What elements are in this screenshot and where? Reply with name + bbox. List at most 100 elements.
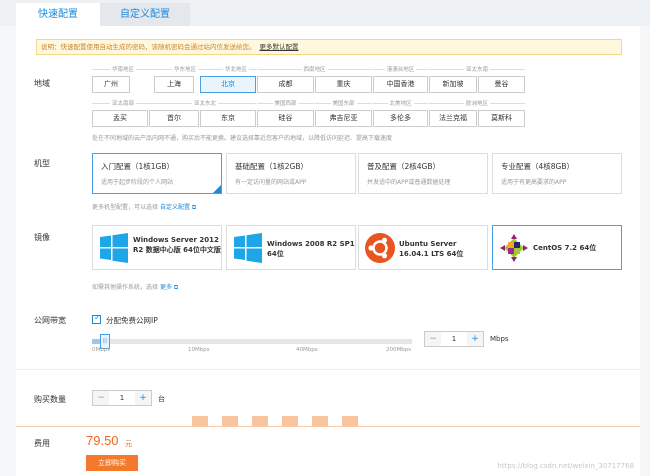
image-option-name: CentOS 7.2 64位 xyxy=(533,244,597,252)
image-option-win2012[interactable]: Windows Server 2012 R2 数据中心版 64位中文版 xyxy=(92,225,222,270)
hidden-content-edge xyxy=(282,416,298,426)
region-group-label: 北美地区 xyxy=(373,99,428,109)
region-option[interactable]: 上海 xyxy=(154,76,194,93)
quantity-value-input[interactable]: 1 xyxy=(109,391,135,405)
windows-icon xyxy=(234,233,262,263)
region-group-label: 亚太东南 xyxy=(429,65,525,75)
model-card-desc: 并发适中的APP或普通数据处理 xyxy=(367,179,451,186)
price-value: 79.50 xyxy=(86,433,119,448)
image-option-ubuntu[interactable]: Ubuntu Server 16.04.1 LTS 64位 xyxy=(358,225,488,270)
tab-quick-config[interactable]: 快速配置 xyxy=(16,3,100,26)
image-option-win2008[interactable]: Windows 2008 R2 SP1 64位 xyxy=(226,225,356,270)
notice-text: 说明：快速配置使用自动生成的密码，该随机密码会通过站内信发送给您。 xyxy=(41,43,256,51)
buy-now-button[interactable]: 立即购买 xyxy=(86,455,138,471)
region-group-label: 美国东部 xyxy=(315,99,372,109)
quantity-stepper: − 1 + xyxy=(92,390,152,406)
hidden-content-edge xyxy=(342,416,358,426)
bandwidth-decrease-button[interactable]: − xyxy=(425,332,441,346)
region-group-label: 港澳台地区 xyxy=(373,65,428,75)
image-option-name: Windows Server 2012 R2 数据中心版 64位中文版 xyxy=(133,236,221,254)
config-tabs: 快速配置 自定义配置 xyxy=(0,0,650,26)
bandwidth-unit: Mbps xyxy=(490,335,509,343)
model-card-basic[interactable]: 基础配置（1核2GB） 有一定访问量的网站或APP xyxy=(226,153,356,194)
hidden-content-edge xyxy=(312,416,328,426)
region-group-label: 亚太南部 xyxy=(92,99,154,109)
bandwidth-stepper: − 1 + xyxy=(424,331,484,347)
region-group-label: 欧洲地区 xyxy=(429,99,525,109)
more-images-link[interactable]: 更多 xyxy=(160,284,172,291)
region-option[interactable]: 莫斯科 xyxy=(478,110,525,127)
quantity-increase-button[interactable]: + xyxy=(135,391,151,405)
model-card-title: 基础配置（1核2GB） xyxy=(235,162,309,171)
region-option[interactable]: 法兰克福 xyxy=(429,110,477,127)
quantity-unit: 台 xyxy=(158,395,165,403)
model-card-desc: 适用于有更高要求的APP xyxy=(501,179,567,186)
centos-icon xyxy=(500,234,528,262)
windows-icon xyxy=(100,233,128,263)
quantity-decrease-button[interactable]: − xyxy=(93,391,109,405)
more-default-config-link[interactable]: 更多默认配置 xyxy=(260,43,299,51)
region-option-selected[interactable]: 北京 xyxy=(200,76,256,93)
region-group-label: 华东地区 xyxy=(154,65,216,75)
section-divider xyxy=(16,369,640,370)
model-card-title: 入门配置（1核1GB） xyxy=(101,162,175,171)
model-card-title: 专业配置（4核8GB） xyxy=(501,162,575,171)
model-card-pro[interactable]: 专业配置（4核8GB） 适用于有更高要求的APP xyxy=(492,153,622,194)
region-option[interactable]: 弗吉尼亚 xyxy=(315,110,372,127)
bandwidth-slider-track[interactable] xyxy=(92,339,412,344)
region-option[interactable]: 东京 xyxy=(200,110,256,127)
notice-banner: 说明：快速配置使用自动生成的密码，该随机密码会通过站内信发送给您。 更多默认配置 xyxy=(36,39,622,55)
slider-tick-label: 200Mbps xyxy=(386,347,412,353)
hidden-content-edge xyxy=(192,416,208,426)
region-option[interactable]: 首尔 xyxy=(149,110,199,127)
bandwidth-value-input[interactable]: 1 xyxy=(441,332,467,346)
slider-tick-label: 10Mbps xyxy=(188,347,210,353)
slider-tick-label: 40Mbps xyxy=(296,347,318,353)
region-group-label: 西南地区 xyxy=(257,65,372,75)
region-group-label: 华北地区 xyxy=(216,65,256,75)
model-label: 机型 xyxy=(34,159,50,168)
model-card-title: 普及配置（2核4GB） xyxy=(367,162,441,171)
bandwidth-increase-button[interactable]: + xyxy=(467,332,483,346)
tab-custom-config[interactable]: 自定义配置 xyxy=(100,3,190,26)
region-option[interactable]: 中国香港 xyxy=(373,76,428,93)
region-option[interactable]: 重庆 xyxy=(315,76,372,93)
free-ip-label: 分配免费公网IP xyxy=(106,316,158,325)
region-option[interactable]: 成都 xyxy=(257,76,314,93)
selected-corner-icon xyxy=(213,185,221,193)
price-footer: 费用 79.50 元 立即购买 https://blog.csdn.net/we… xyxy=(16,426,640,476)
bandwidth-label: 公网带宽 xyxy=(34,316,66,325)
config-panel: 说明：快速配置使用自动生成的密码，该随机密码会通过站内信发送给您。 更多默认配置 … xyxy=(16,26,640,426)
model-hint: 更多机型配置，可以选择 自定义配置 ⧉ xyxy=(92,204,197,211)
region-group-label: 美国西部 xyxy=(257,99,314,109)
image-hint: 如需其他操作系统，选择 更多 ⧉ xyxy=(92,284,179,291)
hidden-content-edge xyxy=(222,416,238,426)
region-option[interactable]: 多伦多 xyxy=(373,110,428,127)
slider-tick-label: 0Mbps xyxy=(92,347,111,353)
region-group-label: 华南地区 xyxy=(92,65,154,75)
image-option-name: Windows 2008 R2 SP1 64位 xyxy=(267,240,355,258)
quantity-label: 购买数量 xyxy=(34,395,66,404)
cost-label: 费用 xyxy=(34,439,50,448)
region-option[interactable]: 新加坡 xyxy=(429,76,477,93)
hidden-content-edge xyxy=(252,416,268,426)
custom-config-link[interactable]: 自定义配置 xyxy=(160,204,190,211)
model-card-standard[interactable]: 普及配置（2核4GB） 并发适中的APP或普通数据处理 xyxy=(358,153,488,194)
image-option-centos[interactable]: CentOS 7.2 64位 xyxy=(492,225,622,270)
model-card-starter[interactable]: 入门配置（1核1GB） 适用于起步阶段的个人网站 xyxy=(92,153,222,194)
model-card-desc: 适用于起步阶段的个人网站 xyxy=(101,179,174,186)
image-option-name: Ubuntu Server 16.04.1 LTS 64位 xyxy=(399,240,464,258)
region-option[interactable]: 曼谷 xyxy=(478,76,525,93)
region-option[interactable]: 硅谷 xyxy=(257,110,314,127)
region-option[interactable]: 孟买 xyxy=(92,110,148,127)
region-group-label: 亚太东北 xyxy=(154,99,256,109)
free-ip-checkbox[interactable] xyxy=(92,313,101,324)
image-label: 镜像 xyxy=(34,233,50,242)
region-option[interactable]: 广州 xyxy=(92,76,130,93)
model-card-desc: 有一定访问量的网站或APP xyxy=(235,179,307,186)
ubuntu-icon xyxy=(365,233,395,263)
region-label: 地域 xyxy=(34,79,50,88)
region-hint: 处在不同地域的云产品内网不通，购买后不能更换。建议选择靠近您客户的地域，以降低访… xyxy=(92,135,393,142)
price-currency: 元 xyxy=(125,440,132,448)
watermark: https://blog.csdn.net/weixin_30717768 xyxy=(497,462,634,470)
